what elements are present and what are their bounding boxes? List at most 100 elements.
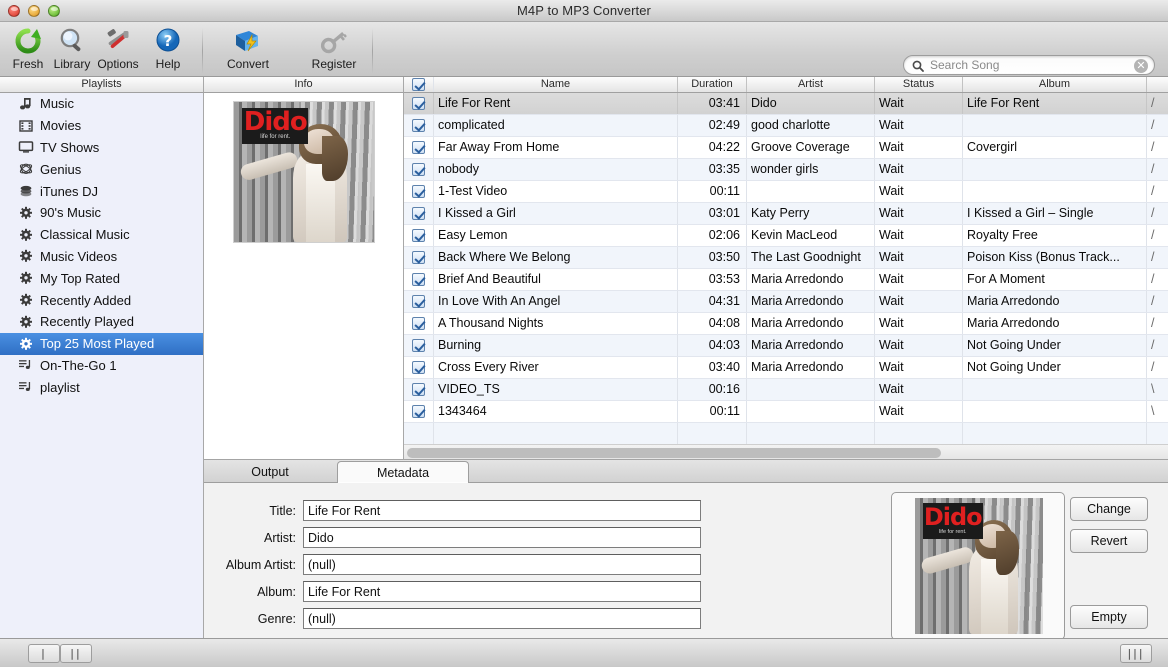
row-checkbox[interactable] [404,137,434,158]
sidebar-item-on-the-go-1[interactable]: On-The-Go 1 [0,355,203,377]
pause-button[interactable]: || [60,644,92,663]
metadata-input-album_artist[interactable] [303,554,701,575]
checkbox-checked-icon[interactable] [412,317,425,330]
checkbox-checked-icon[interactable] [412,119,425,132]
checkbox-checked-icon[interactable] [412,251,425,264]
sidebar-item-recently-played[interactable]: Recently Played [0,311,203,333]
sidebar-item-tv-shows[interactable]: TV Shows [0,137,203,159]
table-row[interactable]: In Love With An Angel 04:31 Maria Arredond… [404,291,1168,313]
column-header-artist[interactable]: Artist [747,77,875,92]
checkbox-checked-icon[interactable] [412,185,425,198]
table-row[interactable]: Burning 04:03 Maria Arredondo Wait Not Going… [404,335,1168,357]
tab-metadata[interactable]: Metadata [337,461,469,483]
sidebar-item-music[interactable]: Music [0,93,203,115]
checkbox-checked-icon[interactable] [412,229,425,242]
table-row[interactable]: A Thousand Nights 04:08 Maria Arredondo Wai… [404,313,1168,335]
table-row[interactable]: Back Where We Belong 03:50 The Last Goodni… [404,247,1168,269]
change-artwork-button[interactable]: Change [1070,497,1148,521]
table-row[interactable]: nobody 03:35 wonder girls Wait / [404,159,1168,181]
column-header-path[interactable] [1147,77,1168,92]
search-box[interactable]: ✕ [903,55,1155,75]
sidebar-item-genius[interactable]: Genius [0,158,203,180]
cell-empty [678,423,747,444]
sidebar-item-itunes-dj[interactable]: iTunes DJ [0,180,203,202]
search-input[interactable] [928,56,1134,74]
metadata-input-album[interactable] [303,581,701,602]
checkbox-checked-icon[interactable] [412,207,425,220]
play-button[interactable]: | [28,644,60,663]
row-checkbox[interactable] [404,181,434,202]
artwork-title-text: Dido [243,106,308,137]
cell-album: Maria Arredondo [963,313,1147,334]
checkbox-checked-icon[interactable] [412,163,425,176]
search-area: ✕ [903,55,1155,75]
metadata-input-title[interactable] [303,500,701,521]
header-select-all[interactable] [404,77,434,92]
metadata-artwork-box[interactable]: Dido life for rent. [891,492,1065,640]
revert-artwork-button[interactable]: Revert [1070,529,1148,553]
cell-path: / [1151,162,1155,176]
table-scrollbar-thumb[interactable] [407,448,941,458]
view-mode-button[interactable]: ||| [1120,644,1152,663]
checkbox-checked-icon[interactable] [412,295,425,308]
checkbox-checked-icon[interactable] [412,141,425,154]
toolbar-button-help[interactable]: ? Help [142,26,194,76]
tab-output[interactable]: Output [204,461,336,483]
table-horizontal-scrollbar[interactable] [404,444,1168,459]
cell-artist: The Last Goodnight [747,247,875,268]
table-row[interactable]: 1343464 00:11 Wait \ [404,401,1168,423]
column-header-duration[interactable]: Duration [678,77,747,92]
sidebar-item-music-videos[interactable]: Music Videos [0,246,203,268]
checkbox-checked-icon[interactable] [412,339,425,352]
metadata-input-artist[interactable] [303,527,701,548]
row-checkbox[interactable] [404,203,434,224]
row-checkbox[interactable] [404,357,434,378]
toolbar-button-register[interactable]: Register [308,26,360,76]
row-checkbox[interactable] [404,313,434,334]
row-checkbox[interactable] [404,115,434,136]
clear-search-icon[interactable]: ✕ [1134,59,1148,73]
table-row[interactable]: Far Away From Home 04:22 Groove Coverage Wa… [404,137,1168,159]
row-checkbox[interactable] [404,159,434,180]
toolbar-button-options[interactable]: Options [92,26,144,76]
metadata-input-genre[interactable] [303,608,701,629]
row-checkbox[interactable] [404,247,434,268]
toolbar-button-library[interactable]: Library [46,26,98,76]
table-row-empty [404,423,1168,445]
row-checkbox[interactable] [404,401,434,422]
sidebar-item-90-s-music[interactable]: 90's Music [0,202,203,224]
sidebar-item-my-top-rated[interactable]: My Top Rated [0,267,203,289]
table-row[interactable]: Brief And Beautiful 03:53 Maria Arredondo W… [404,269,1168,291]
checkbox-checked-icon[interactable] [412,383,425,396]
row-checkbox[interactable] [404,269,434,290]
select-all-checkbox-icon[interactable] [412,78,425,91]
row-checkbox[interactable] [404,225,434,246]
checkbox-checked-icon[interactable] [412,273,425,286]
table-row[interactable]: I Kissed a Girl 03:01 Katy Perry Wait I Kiss… [404,203,1168,225]
sidebar-item-classical-music[interactable]: Classical Music [0,224,203,246]
sidebar-item-playlist[interactable]: playlist [0,376,203,398]
column-header-status[interactable]: Status [875,77,963,92]
table-row[interactable]: VIDEO_TS 00:16 Wait \ [404,379,1168,401]
row-checkbox[interactable] [404,291,434,312]
sidebar-item-top-25-most-played[interactable]: Top 25 Most Played [0,332,203,355]
sidebar-item-recently-added[interactable]: Recently Added [0,289,203,311]
table-row[interactable]: Life For Rent 03:41 Dido Wait Life For Rent / [404,93,1168,115]
table-row[interactable]: complicated 02:49 good charlotte Wait / [404,115,1168,137]
row-checkbox[interactable] [404,379,434,400]
checkbox-checked-icon[interactable] [412,97,425,110]
table-row[interactable]: Cross Every River 03:40 Maria Arredondo Wai… [404,357,1168,379]
table-row[interactable]: 1-Test Video 00:11 Wait / [404,181,1168,203]
empty-artwork-button[interactable]: Empty [1070,605,1148,629]
cell-path: / [1151,316,1155,330]
checkbox-checked-icon[interactable] [412,405,425,418]
toolbar-label-options: Options [97,57,139,71]
column-header-album[interactable]: Album [963,77,1147,92]
table-row[interactable]: Easy Lemon 02:06 Kevin MacLeod Wait Royalty … [404,225,1168,247]
row-checkbox[interactable] [404,335,434,356]
row-checkbox[interactable] [404,93,434,114]
sidebar-item-movies[interactable]: Movies [0,115,203,137]
toolbar-button-convert[interactable]: Convert [222,26,274,76]
checkbox-checked-icon[interactable] [412,361,425,374]
column-header-name[interactable]: Name [434,77,678,92]
